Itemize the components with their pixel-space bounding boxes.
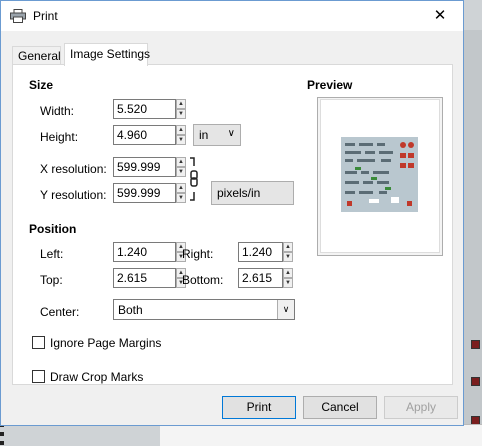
chain-link-icon[interactable] xyxy=(188,156,200,203)
y-resolution-up-arrow-icon[interactable]: ▲ xyxy=(176,183,186,193)
printer-icon xyxy=(10,9,26,23)
x-resolution-down-arrow-icon[interactable]: ▼ xyxy=(176,167,186,177)
left-input[interactable]: 1.240 xyxy=(113,242,176,262)
height-up-arrow-icon[interactable]: ▲ xyxy=(176,125,186,135)
y-resolution-input[interactable]: 599.999 xyxy=(113,183,176,203)
background-marker xyxy=(471,377,480,386)
right-spinner: 1.240 ▲ ▼ xyxy=(238,242,295,262)
window-title: Print xyxy=(33,9,58,23)
bottom-label: Bottom: xyxy=(182,273,224,287)
width-label: Width: xyxy=(40,104,75,118)
right-label: Right: xyxy=(182,247,214,261)
y-resolution-spinner: 599.999 ▲ ▼ xyxy=(113,183,188,203)
bottom-down-arrow-icon[interactable]: ▼ xyxy=(283,278,293,288)
right-down-arrow-icon[interactable]: ▼ xyxy=(283,252,293,262)
ignore-page-margins-label[interactable]: Ignore Page Margins xyxy=(50,336,161,350)
preview-heading: Preview xyxy=(307,78,353,92)
background-marker xyxy=(471,340,480,349)
bottom-spinner: 2.615 ▲ ▼ xyxy=(238,268,295,288)
size-units-value: in xyxy=(199,128,209,142)
resolution-units-value: pixels/in xyxy=(217,186,261,200)
center-label: Center: xyxy=(40,305,80,319)
print-button[interactable]: Print xyxy=(222,396,296,419)
bottom-input[interactable]: 2.615 xyxy=(238,268,283,288)
top-input[interactable]: 2.615 xyxy=(113,268,176,288)
center-dropdown[interactable]: Both ∨ xyxy=(113,299,295,320)
cancel-button[interactable]: Cancel xyxy=(303,396,377,419)
left-label: Left: xyxy=(40,247,64,261)
x-resolution-label: X resolution: xyxy=(40,162,107,176)
resolution-units-dropdown[interactable]: pixels/in xyxy=(211,181,294,205)
height-input[interactable]: 4.960 xyxy=(113,125,176,145)
y-resolution-down-arrow-icon[interactable]: ▼ xyxy=(176,193,186,203)
apply-button[interactable]: Apply xyxy=(384,396,458,419)
height-label: Height: xyxy=(40,130,79,144)
x-resolution-spinner: 599.999 ▲ ▼ xyxy=(113,157,188,177)
height-down-arrow-icon[interactable]: ▼ xyxy=(176,135,186,145)
y-resolution-label: Y resolution: xyxy=(40,188,107,202)
position-heading: Position xyxy=(29,222,77,236)
left-spinner: 1.240 ▲ ▼ xyxy=(113,242,188,262)
top-label: Top: xyxy=(40,273,63,287)
background-canvas-strip xyxy=(160,424,482,446)
chevron-down-icon: ∨ xyxy=(227,128,235,139)
tab-general[interactable]: General xyxy=(12,46,61,65)
size-heading: Size xyxy=(29,78,54,92)
width-down-arrow-icon[interactable]: ▼ xyxy=(176,109,186,119)
title-bar: Print ✕ xyxy=(1,1,463,31)
chevron-down-icon: ∨ xyxy=(277,300,294,319)
width-up-arrow-icon[interactable]: ▲ xyxy=(176,99,186,109)
center-value: Both xyxy=(118,303,143,317)
x-resolution-input[interactable]: 599.999 xyxy=(113,157,176,177)
preview-thumbnail xyxy=(341,137,418,212)
bottom-up-arrow-icon[interactable]: ▲ xyxy=(283,268,293,278)
tab-image-settings[interactable]: Image Settings xyxy=(64,43,150,66)
size-units-dropdown[interactable]: in ∨ xyxy=(193,124,241,146)
draw-crop-marks-checkbox[interactable] xyxy=(32,370,45,383)
right-up-arrow-icon[interactable]: ▲ xyxy=(283,242,293,252)
close-icon[interactable]: ✕ xyxy=(431,7,449,25)
right-input[interactable]: 1.240 xyxy=(238,242,283,262)
print-dialog: Print ✕ General Image Settings Size Widt… xyxy=(0,0,464,426)
top-spinner: 2.615 ▲ ▼ xyxy=(113,268,188,288)
ignore-page-margins-checkbox[interactable] xyxy=(32,336,45,349)
width-spinner: 5.520 ▲ ▼ xyxy=(113,99,188,119)
x-resolution-up-arrow-icon[interactable]: ▲ xyxy=(176,157,186,167)
width-input[interactable]: 5.520 xyxy=(113,99,176,119)
draw-crop-marks-label[interactable]: Draw Crop Marks xyxy=(50,370,143,384)
height-spinner: 4.960 ▲ ▼ xyxy=(113,125,188,145)
